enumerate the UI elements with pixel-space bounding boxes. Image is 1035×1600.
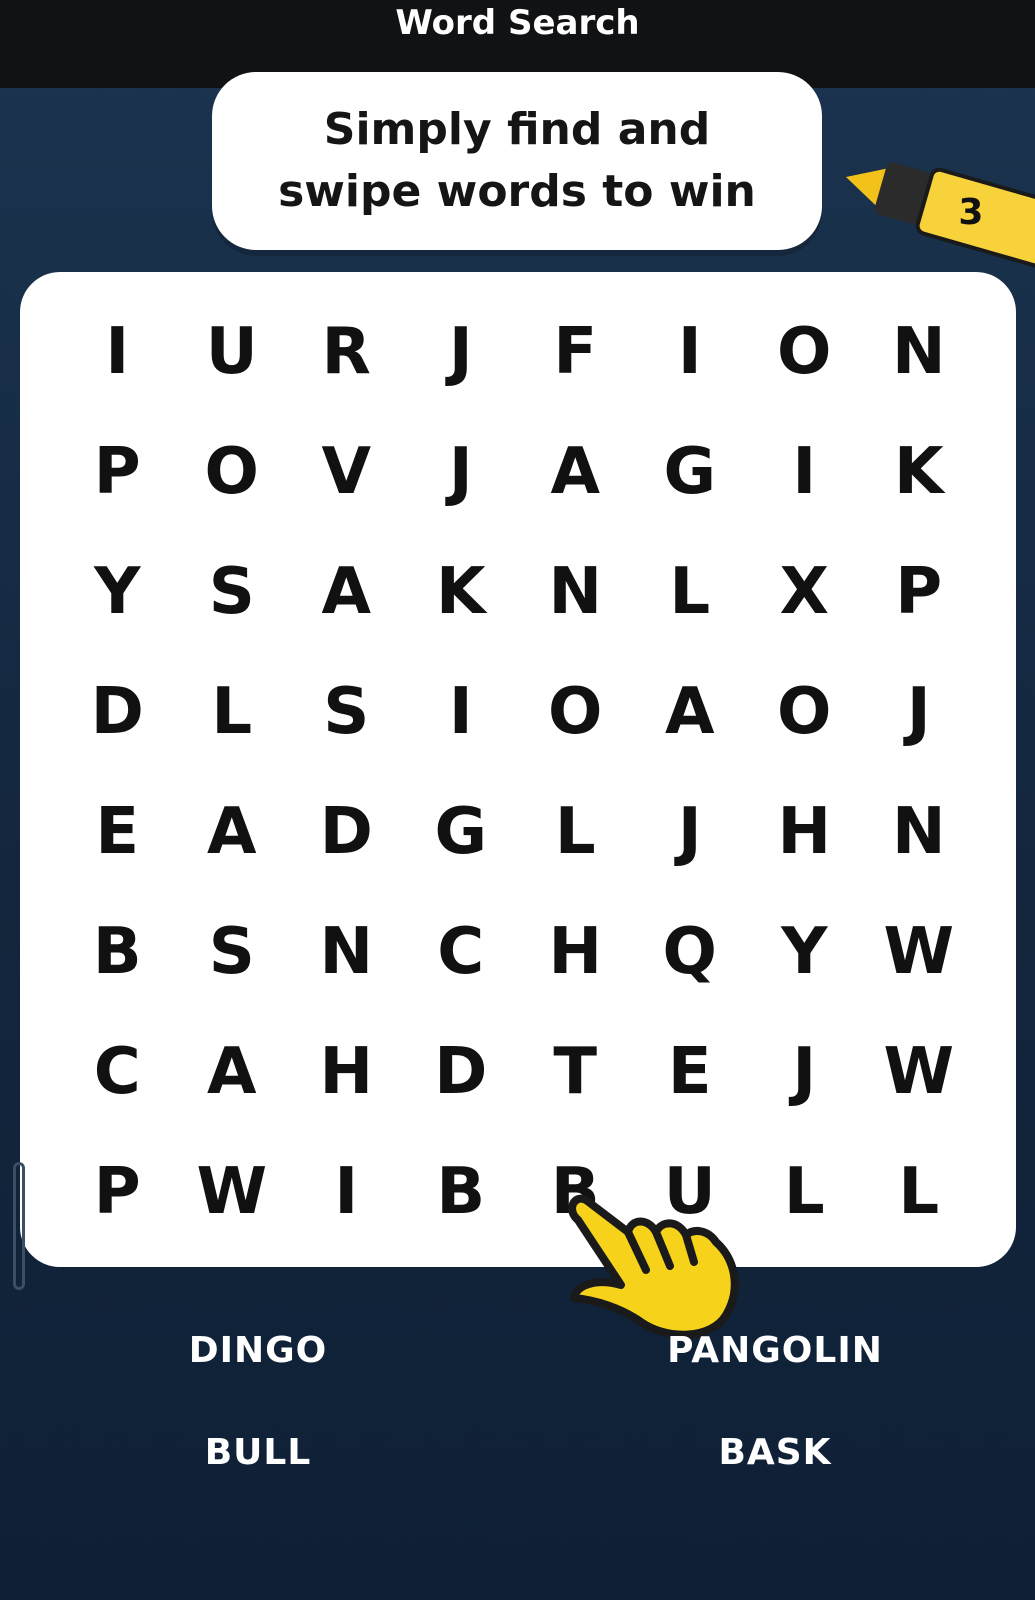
grid-letter[interactable]: W [862, 892, 977, 1012]
grid-letter[interactable]: G [633, 412, 748, 532]
grid-letter[interactable]: D [60, 652, 175, 772]
grid-letter[interactable]: C [60, 1012, 175, 1132]
grid-letter[interactable]: A [633, 652, 748, 772]
grid-letter[interactable]: N [289, 892, 404, 1012]
hint-count: 3 [958, 191, 984, 233]
grid-letter[interactable]: S [175, 532, 290, 652]
grid-letter[interactable]: N [862, 772, 977, 892]
word-item: BASK [718, 1432, 832, 1473]
grid-letter[interactable]: N [862, 292, 977, 412]
grid-letter[interactable]: H [289, 1012, 404, 1132]
grid-letter[interactable]: E [60, 772, 175, 892]
grid-letter[interactable]: C [404, 892, 519, 1012]
grid-letter[interactable]: D [289, 772, 404, 892]
grid-letter[interactable]: L [633, 532, 748, 652]
grid-letter[interactable]: S [175, 892, 290, 1012]
grid-letter[interactable]: I [747, 412, 862, 532]
app-title: Word Search [395, 3, 640, 43]
grid-letter[interactable]: A [289, 532, 404, 652]
scroll-indicator [13, 1162, 25, 1290]
grid-letter[interactable]: Y [60, 532, 175, 652]
grid-letter[interactable]: P [60, 412, 175, 532]
grid-letter[interactable]: J [404, 412, 519, 532]
grid-letter[interactable]: H [518, 892, 633, 1012]
highlighter-icon[interactable]: 3 [836, 143, 1035, 288]
grid-letter[interactable]: I [60, 292, 175, 412]
grid-letter[interactable]: J [862, 652, 977, 772]
grid-letter[interactable]: O [747, 652, 862, 772]
grid-letter[interactable]: B [404, 1132, 519, 1252]
grid-letter[interactable]: A [175, 1012, 290, 1132]
grid-letter[interactable]: D [404, 1012, 519, 1132]
grid-letter[interactable]: I [404, 652, 519, 772]
grid-letter[interactable]: U [175, 292, 290, 412]
grid-letter[interactable]: A [518, 412, 633, 532]
instruction-banner: Simply find and swipe words to win [212, 72, 822, 250]
grid-letter[interactable]: Q [633, 892, 748, 1012]
grid-letter[interactable]: L [518, 772, 633, 892]
grid-letter[interactable]: B [60, 892, 175, 1012]
grid-letter[interactable]: P [862, 532, 977, 652]
grid-letter[interactable]: E [633, 1012, 748, 1132]
grid-letter[interactable]: Y [747, 892, 862, 1012]
grid-letter[interactable]: V [289, 412, 404, 532]
grid-letter[interactable]: I [633, 292, 748, 412]
grid-letter[interactable]: J [633, 772, 748, 892]
grid-letter[interactable]: H [747, 772, 862, 892]
grid-letter[interactable]: G [404, 772, 519, 892]
pointing-hand-icon [568, 1194, 739, 1339]
grid-letter[interactable]: P [60, 1132, 175, 1252]
grid-letter[interactable]: K [404, 532, 519, 652]
word-item: BULL [204, 1432, 312, 1473]
grid-letter[interactable]: O [175, 412, 290, 532]
grid-letter[interactable]: L [862, 1132, 977, 1252]
grid-letter[interactable]: N [518, 532, 633, 652]
letter-grid[interactable]: IURJFIONPOVJAGIKYSAKNLXPDLSIOAOJEADGLJHN… [60, 292, 976, 1252]
grid-letter[interactable]: O [518, 652, 633, 772]
grid-letter[interactable]: R [289, 292, 404, 412]
grid-letter[interactable]: L [175, 652, 290, 772]
instruction-text: Simply find and swipe words to win [278, 104, 756, 217]
grid-letter[interactable]: K [862, 412, 977, 532]
grid-letter[interactable]: F [518, 292, 633, 412]
grid-letter[interactable]: A [175, 772, 290, 892]
grid-letter[interactable]: O [747, 292, 862, 412]
grid-letter[interactable]: J [747, 1012, 862, 1132]
letter-board[interactable]: IURJFIONPOVJAGIKYSAKNLXPDLSIOAOJEADGLJHN… [20, 272, 1016, 1267]
grid-letter[interactable]: W [175, 1132, 290, 1252]
word-item: PANGOLIN [667, 1330, 883, 1371]
grid-letter[interactable]: S [289, 652, 404, 772]
grid-letter[interactable]: X [747, 532, 862, 652]
grid-letter[interactable]: W [862, 1012, 977, 1132]
word-item: DINGO [188, 1330, 328, 1371]
grid-letter[interactable]: J [404, 292, 519, 412]
grid-letter[interactable]: T [518, 1012, 633, 1132]
grid-letter[interactable]: I [289, 1132, 404, 1252]
